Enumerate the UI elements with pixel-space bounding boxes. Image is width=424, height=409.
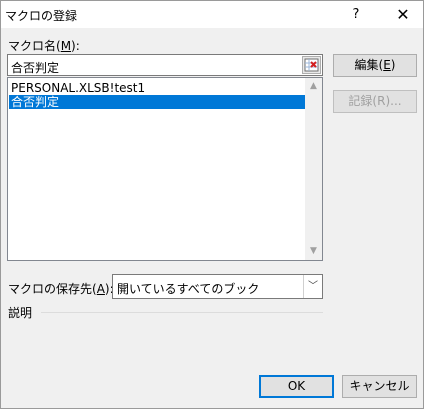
list-item-selected[interactable]: 合否判定: [9, 95, 306, 109]
chevron-down-icon[interactable]: ﹀: [303, 275, 322, 298]
scroll-up-icon[interactable]: ▲: [305, 78, 322, 95]
ok-button[interactable]: OK: [259, 375, 334, 398]
macro-list[interactable]: PERSONAL.XLSB!test1 合否判定 ▲ ▼: [7, 77, 323, 261]
range-selector-icon: [304, 58, 319, 72]
save-location-label: マクロの保存先(A):: [8, 282, 114, 296]
list-item[interactable]: PERSONAL.XLSB!test1: [9, 81, 306, 95]
macro-name-value: 合否判定: [11, 61, 60, 75]
save-location-select[interactable]: 開いているすべてのブック ﹀: [112, 274, 323, 299]
macro-name-label: マクロ名(M):: [8, 39, 80, 53]
description-label: 説明: [8, 306, 33, 320]
range-selector-button[interactable]: [302, 56, 321, 74]
help-button[interactable]: ?: [336, 1, 376, 28]
close-button[interactable]: ✕: [383, 1, 423, 28]
save-location-value: 開いているすべてのブック: [117, 282, 260, 296]
macro-name-input[interactable]: 合否判定: [7, 54, 323, 76]
list-scrollbar[interactable]: ▲ ▼: [305, 78, 322, 260]
description-divider: [41, 312, 323, 313]
edit-button[interactable]: 編集(E): [333, 54, 417, 77]
cancel-button[interactable]: キャンセル: [342, 375, 417, 398]
title-bar: マクロの登録 ? ✕: [1, 1, 423, 28]
macro-dialog: マクロの登録 ? ✕ マクロ名(M): 合否判定 PERSONAL.XLSB!t…: [0, 0, 424, 409]
scroll-down-icon[interactable]: ▼: [305, 243, 322, 260]
record-button[interactable]: 記録(R)...: [333, 90, 417, 113]
dialog-title: マクロの登録: [5, 9, 78, 23]
